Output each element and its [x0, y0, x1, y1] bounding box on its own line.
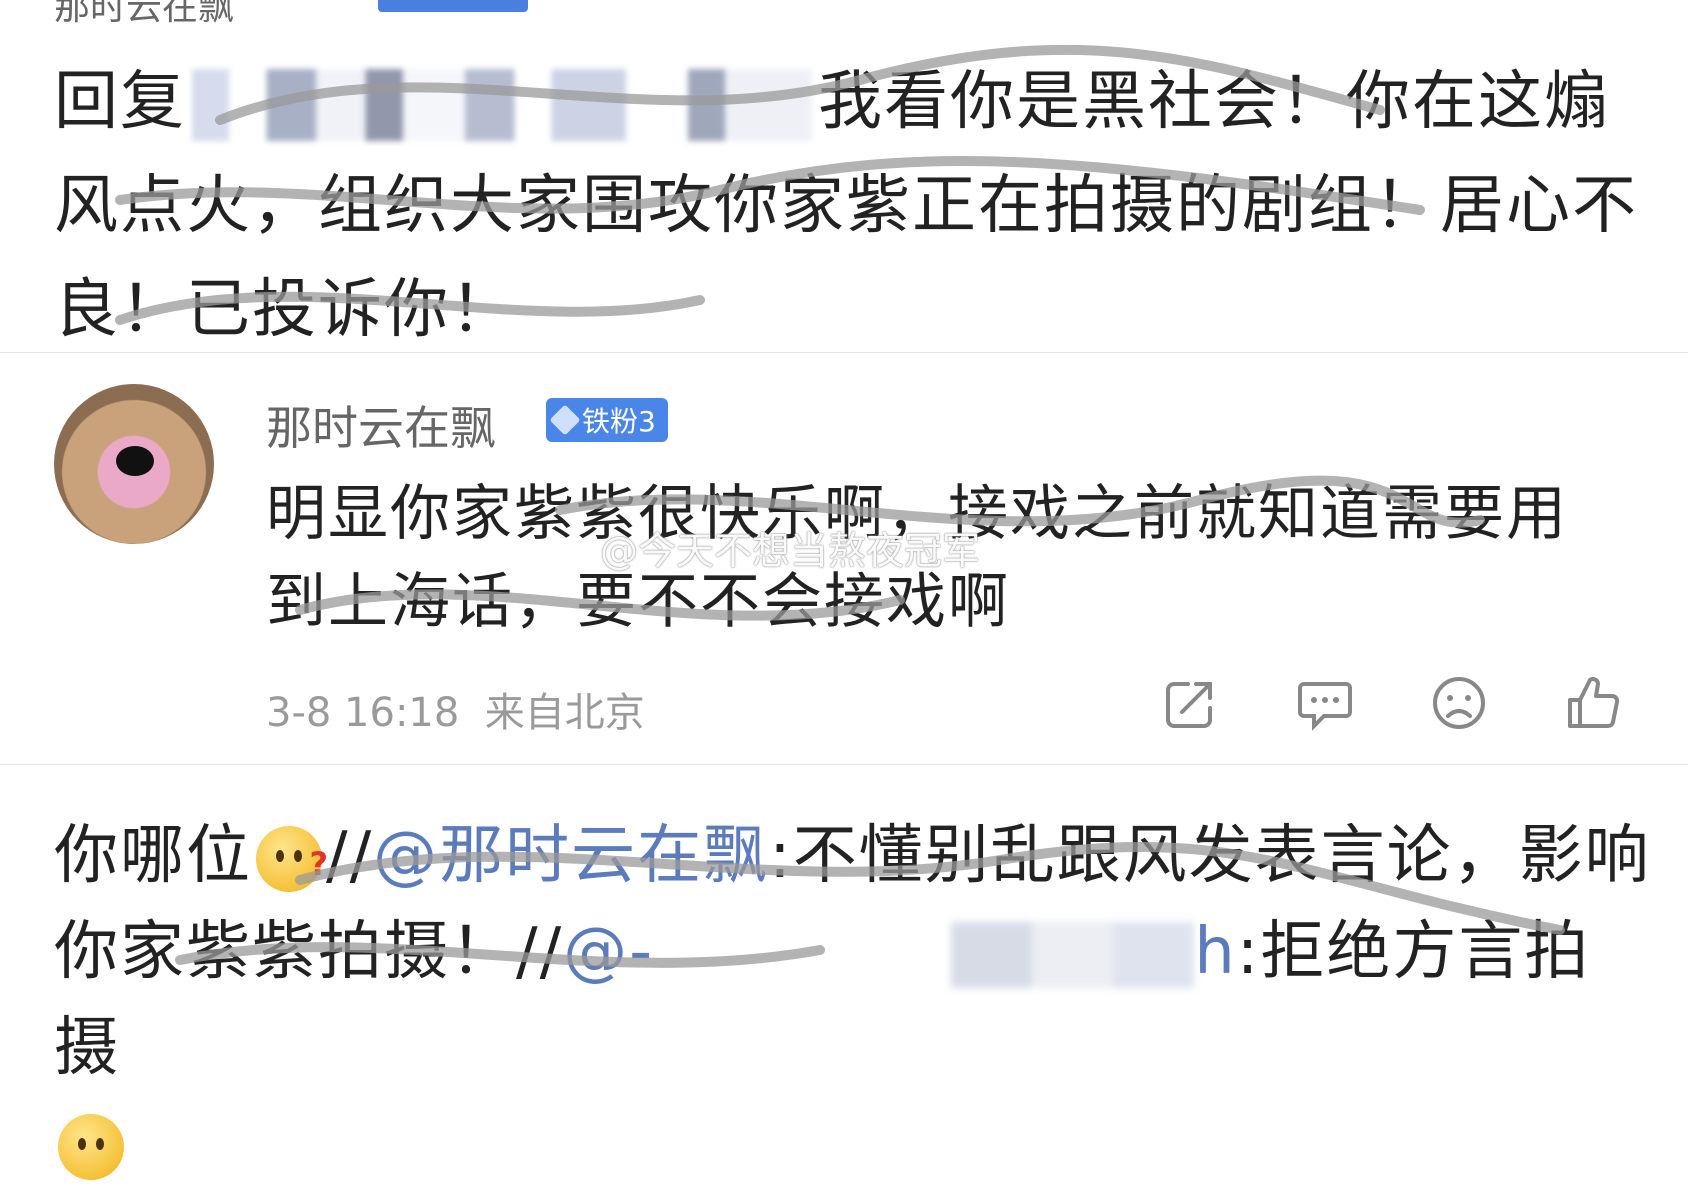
sad-face-icon[interactable]	[1428, 672, 1490, 734]
reply-prefix: 回复	[54, 65, 186, 139]
thumbs-up-icon[interactable]	[1562, 672, 1624, 734]
divider	[0, 764, 1688, 765]
divider	[0, 352, 1688, 353]
mention-link-2[interactable]: @-	[563, 915, 654, 989]
diamond-icon	[549, 404, 581, 436]
reply-text: 回复 我看你是黑社会！你在这煽风点火，组织大家围攻你家紫正在拍摄的剧组！居心不良！…	[54, 50, 1644, 362]
fan-badge: 铁粉3	[546, 398, 668, 442]
avatar[interactable]	[54, 384, 214, 544]
watermark: @今天不想当熬夜冠军	[600, 529, 981, 573]
thinking-emoji-icon	[58, 1114, 124, 1181]
top-badge	[378, 0, 528, 12]
top-username: 那时云在飘	[54, 0, 235, 28]
mention-tail: h	[1194, 915, 1237, 989]
comment-date: 3-8 16:18	[266, 690, 460, 736]
comment-meta: 3-8 16:18 来自北京	[266, 680, 645, 738]
mention-link[interactable]: @那时云在飘	[373, 819, 769, 893]
comment-location: 来自北京	[484, 690, 645, 736]
confused-emoji-icon: ?	[256, 826, 328, 893]
repost-text: 你哪位?//@那时云在飘:不懂别乱跟风发表言论，影响你家紫紫拍摄！//@- h:拒…	[54, 808, 1654, 1192]
repost-part1: 你哪位	[54, 819, 252, 893]
redacted-username	[192, 69, 812, 142]
repost-sep1: //	[326, 819, 374, 893]
share-icon[interactable]	[1160, 672, 1222, 734]
action-bar	[1160, 672, 1624, 734]
comment-username[interactable]: 那时云在飘	[266, 392, 496, 458]
repost-sep2: //	[516, 915, 564, 989]
redacted-username-2	[654, 922, 1195, 989]
comment-icon[interactable]	[1294, 672, 1356, 734]
